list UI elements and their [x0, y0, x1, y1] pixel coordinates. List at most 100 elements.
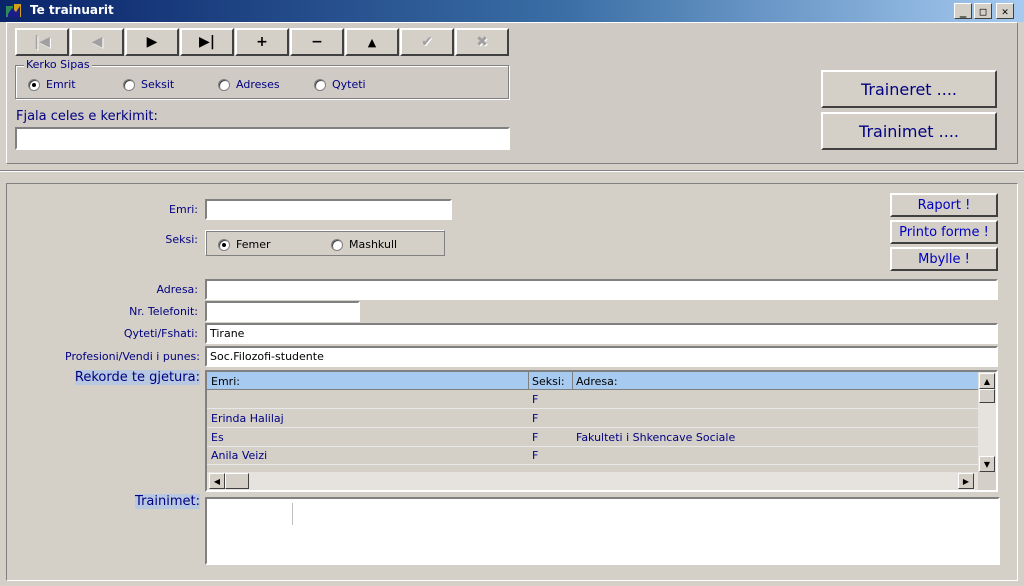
- gender-label: Seksi:: [165, 233, 198, 246]
- cancel-x-icon: ✖: [476, 34, 488, 50]
- records-label: Rekorde te gjetura:: [10, 370, 200, 385]
- nav-post-button[interactable]: ✔: [400, 28, 454, 56]
- nav-add-button[interactable]: +: [235, 28, 289, 56]
- cell-gender: F: [532, 449, 539, 462]
- phone-label: Nr. Telefonit:: [129, 305, 198, 318]
- app-icon: [6, 4, 21, 17]
- vertical-scrollbar[interactable]: ▲ ▼: [978, 372, 996, 472]
- up-triangle-icon: ▲: [367, 35, 377, 49]
- nav-next-button[interactable]: ▶: [125, 28, 179, 56]
- radio-circle: [314, 78, 326, 91]
- scroll-left-button[interactable]: ◀: [209, 473, 225, 489]
- radio-label-gender: Seksit: [141, 78, 175, 91]
- radio-search-gender[interactable]: Seksit: [123, 78, 174, 91]
- radio-label-address: Adreses: [236, 78, 280, 91]
- address-input[interactable]: [205, 279, 998, 300]
- close-window-button[interactable]: ✕: [996, 3, 1014, 19]
- radio-label-female: Femer: [236, 238, 271, 251]
- maximize-icon: □: [979, 4, 987, 18]
- table-row[interactable]: Erinda Halilaj F: [207, 409, 978, 427]
- close-icon: ✕: [1001, 4, 1009, 18]
- print-form-button[interactable]: Printo forme !: [890, 220, 998, 244]
- scroll-left-icon: ◀: [213, 476, 221, 486]
- trainings-label-text: Trainimet:: [135, 494, 200, 509]
- scroll-thumb-horizontal[interactable]: [225, 473, 249, 489]
- cell-gender: F: [532, 393, 539, 406]
- city-input[interactable]: Tirane: [205, 323, 998, 344]
- grid-header-address[interactable]: Adresa:: [576, 375, 618, 388]
- cell-gender: F: [532, 431, 539, 444]
- nav-first-button[interactable]: |◀: [15, 28, 69, 56]
- horizontal-scrollbar[interactable]: ◀ ▶: [207, 472, 978, 490]
- radio-gender-male[interactable]: Mashkull: [331, 238, 397, 251]
- close-form-button[interactable]: Mbylle !: [890, 247, 998, 271]
- radio-circle: [123, 78, 135, 91]
- report-button[interactable]: Raport !: [890, 193, 998, 217]
- records-grid[interactable]: Emri: Seksi: Adresa: F Erinda Halilaj F …: [205, 370, 998, 492]
- search-by-legend: Kerko Sipas: [24, 58, 92, 71]
- radio-circle: [218, 78, 230, 91]
- records-label-text: Rekorde te gjetura:: [74, 370, 200, 385]
- nav-cancel-button[interactable]: ✖: [455, 28, 509, 56]
- radio-search-city[interactable]: Qyteti: [314, 78, 366, 91]
- profession-label: Profesioni/Vendi i punes:: [65, 350, 200, 363]
- city-label: Qyteti/Fshati:: [123, 327, 198, 340]
- scroll-down-icon: ▼: [983, 459, 991, 469]
- prev-record-icon: ◀: [91, 34, 103, 50]
- scroll-up-button[interactable]: ▲: [979, 373, 995, 389]
- radio-search-name[interactable]: Emrit: [28, 78, 76, 91]
- window-title: Te trainuarit: [30, 3, 114, 17]
- minus-icon: −: [311, 34, 323, 50]
- radio-label-male: Mashkull: [349, 238, 398, 251]
- name-label: Emri:: [169, 203, 198, 216]
- cell-name: Erinda Halilaj: [211, 412, 284, 425]
- radio-search-address[interactable]: Adreses: [218, 78, 280, 91]
- table-row[interactable]: Anila Veizi F: [207, 447, 978, 464]
- radio-gender-female[interactable]: Femer: [218, 238, 271, 251]
- row-line: [207, 464, 978, 465]
- nav-prev-button[interactable]: ◀: [70, 28, 124, 56]
- minimize-button[interactable]: _: [954, 3, 972, 19]
- list-divider: [292, 503, 293, 525]
- check-icon: ✔: [421, 34, 433, 50]
- trainings-list[interactable]: [205, 497, 1000, 565]
- name-input[interactable]: [205, 199, 452, 220]
- phone-input[interactable]: [205, 301, 360, 322]
- scroll-down-button[interactable]: ▼: [979, 456, 995, 472]
- scroll-up-icon: ▲: [983, 376, 991, 386]
- trainings-label: Trainimet:: [10, 494, 200, 509]
- grid-header-gender[interactable]: Seksi:: [532, 375, 565, 388]
- search-keyword-label: Fjala celes e kerkimit:: [16, 109, 158, 124]
- cell-gender: F: [532, 412, 539, 425]
- scroll-thumb-vertical[interactable]: [979, 389, 995, 403]
- first-record-icon: |◀: [34, 34, 50, 50]
- radio-circle-selected: [218, 238, 230, 251]
- table-row[interactable]: F: [207, 391, 978, 408]
- panel-separator: [0, 170, 1024, 172]
- cell-address: Fakulteti i Shkencave Sociale: [576, 431, 736, 444]
- nav-edit-button[interactable]: ▲: [345, 28, 399, 56]
- last-record-icon: ▶|: [199, 34, 215, 50]
- grid-header-name[interactable]: Emri:: [211, 375, 240, 388]
- address-label: Adresa:: [156, 283, 198, 296]
- plus-icon: +: [256, 34, 268, 50]
- radio-label-city: Qyteti: [332, 78, 366, 91]
- cell-name: Anila Veizi: [211, 449, 268, 462]
- trainers-button[interactable]: Traineret ....: [821, 70, 997, 108]
- radio-circle-selected: [28, 78, 40, 91]
- search-keyword-input[interactable]: [15, 127, 510, 150]
- scroll-right-button[interactable]: ▶: [958, 473, 974, 489]
- profession-input[interactable]: Soc.Filozofi-studente: [205, 346, 998, 367]
- minimize-icon: _: [959, 4, 967, 18]
- nav-last-button[interactable]: ▶|: [180, 28, 234, 56]
- scroll-right-icon: ▶: [962, 476, 970, 486]
- maximize-button[interactable]: □: [974, 3, 992, 19]
- radio-label-name: Emrit: [46, 78, 76, 91]
- table-row[interactable]: Es F Fakulteti i Shkencave Sociale: [207, 428, 978, 446]
- next-record-icon: ▶: [146, 34, 158, 50]
- nav-delete-button[interactable]: −: [290, 28, 344, 56]
- radio-circle: [331, 238, 343, 251]
- cell-name: Es: [211, 431, 224, 444]
- title-bar: [0, 0, 1024, 22]
- trainings-button[interactable]: Trainimet ....: [821, 112, 997, 150]
